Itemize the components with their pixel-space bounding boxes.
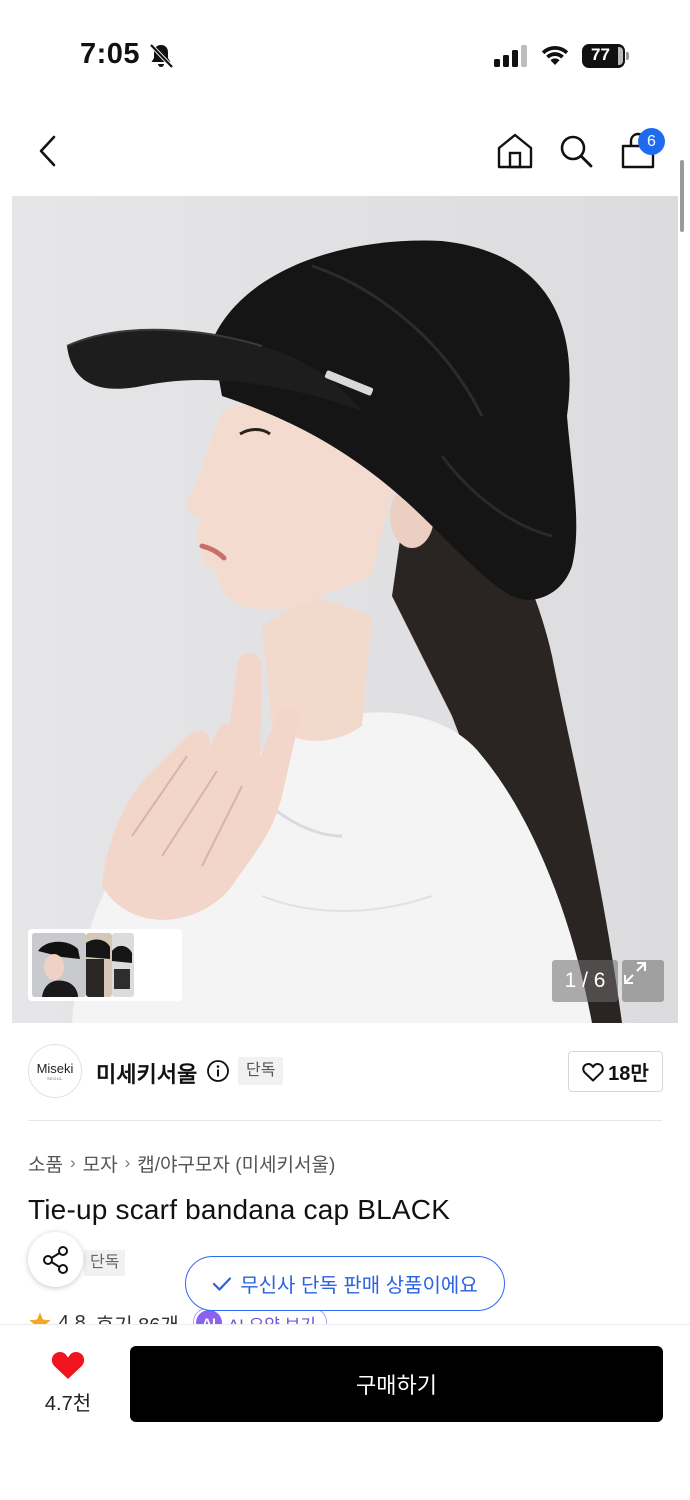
back-icon xyxy=(39,135,56,167)
status-time: 7:05 xyxy=(80,38,141,70)
buy-button[interactable]: 구매하기 xyxy=(130,1346,663,1422)
back-button[interactable] xyxy=(18,118,78,184)
home-button[interactable] xyxy=(485,118,545,184)
heart-filled-icon xyxy=(51,1352,85,1379)
product-photo xyxy=(66,240,622,1023)
info-icon[interactable] xyxy=(206,1059,230,1083)
share-icon xyxy=(42,1245,68,1274)
top-navigation: 6 xyxy=(0,118,690,188)
thumbnail-strip[interactable] xyxy=(28,929,182,1001)
chevron-right-icon: › xyxy=(69,1153,76,1172)
thumbnail-1[interactable] xyxy=(32,933,86,997)
brand-like-button[interactable]: 18만 xyxy=(568,1051,663,1092)
check-icon xyxy=(213,1276,232,1291)
wishlist-count: 4.7천 xyxy=(44,1393,92,1415)
toast-text: 무신사 단독 판매 상품이에요 xyxy=(240,1275,478,1297)
chevron-right-icon: › xyxy=(124,1153,131,1172)
thumbnail-2-image xyxy=(86,933,112,997)
breadcrumb-item[interactable]: 모자 xyxy=(83,1150,118,1177)
scroll-indicator[interactable] xyxy=(680,160,684,232)
thumbnail-2[interactable] xyxy=(86,933,112,997)
brand-logo-subtext: SEOUL xyxy=(46,1076,64,1081)
wishlist-button[interactable]: 4.7천 xyxy=(30,1349,106,1419)
status-bar: 7:05 77 xyxy=(0,0,690,100)
signal-icon xyxy=(494,45,527,67)
exclusive-tag: 단독 xyxy=(238,1057,284,1085)
expand-icon xyxy=(624,962,646,984)
search-icon xyxy=(560,135,593,168)
bell-off-icon xyxy=(149,43,174,69)
share-button[interactable] xyxy=(28,1232,83,1287)
wifi-icon xyxy=(541,45,569,65)
thumbnail-3-image xyxy=(112,933,134,997)
brand-like-count: 18만 xyxy=(608,1063,649,1085)
expand-image-button[interactable] xyxy=(622,960,664,1002)
product-title: Tie-up scarf bandana cap BLACK xyxy=(28,1194,451,1225)
thumbnail-3[interactable] xyxy=(112,933,134,997)
exclusive-tag-partial: 단독 xyxy=(84,1250,126,1276)
section-divider xyxy=(28,1120,662,1121)
home-icon xyxy=(497,133,533,169)
cart-count-badge: 6 xyxy=(638,128,665,155)
breadcrumb-item[interactable]: 소품 xyxy=(28,1150,63,1177)
image-page-counter: 1 / 6 xyxy=(552,960,618,1002)
cart-button[interactable]: 6 xyxy=(608,118,668,184)
exclusive-sale-toast: 무신사 단독 판매 상품이에요 xyxy=(185,1256,505,1311)
brand-row: Miseki SEOUL 미세키서울 단독 18만 xyxy=(0,1040,690,1104)
brand-logo[interactable]: Miseki SEOUL xyxy=(28,1044,82,1098)
search-button[interactable] xyxy=(546,118,606,184)
heart-outline-icon xyxy=(582,1062,604,1081)
brand-name-link[interactable]: 미세키서울 xyxy=(96,1057,197,1089)
brand-logo-text: Miseki xyxy=(36,1061,74,1076)
breadcrumb-item[interactable]: 캡/야구모자 (미세키서울) xyxy=(137,1150,335,1177)
breadcrumb: 소품 › 모자 › 캡/야구모자 (미세키서울) xyxy=(28,1149,335,1177)
thumbnail-1-image xyxy=(32,933,86,997)
product-image-gallery[interactable]: 1 / 6 xyxy=(12,196,678,1023)
bottom-action-bar: 4.7천 구매하기 xyxy=(0,1324,690,1500)
battery-level: 77 xyxy=(591,45,610,64)
battery-icon: 77 xyxy=(582,44,630,68)
